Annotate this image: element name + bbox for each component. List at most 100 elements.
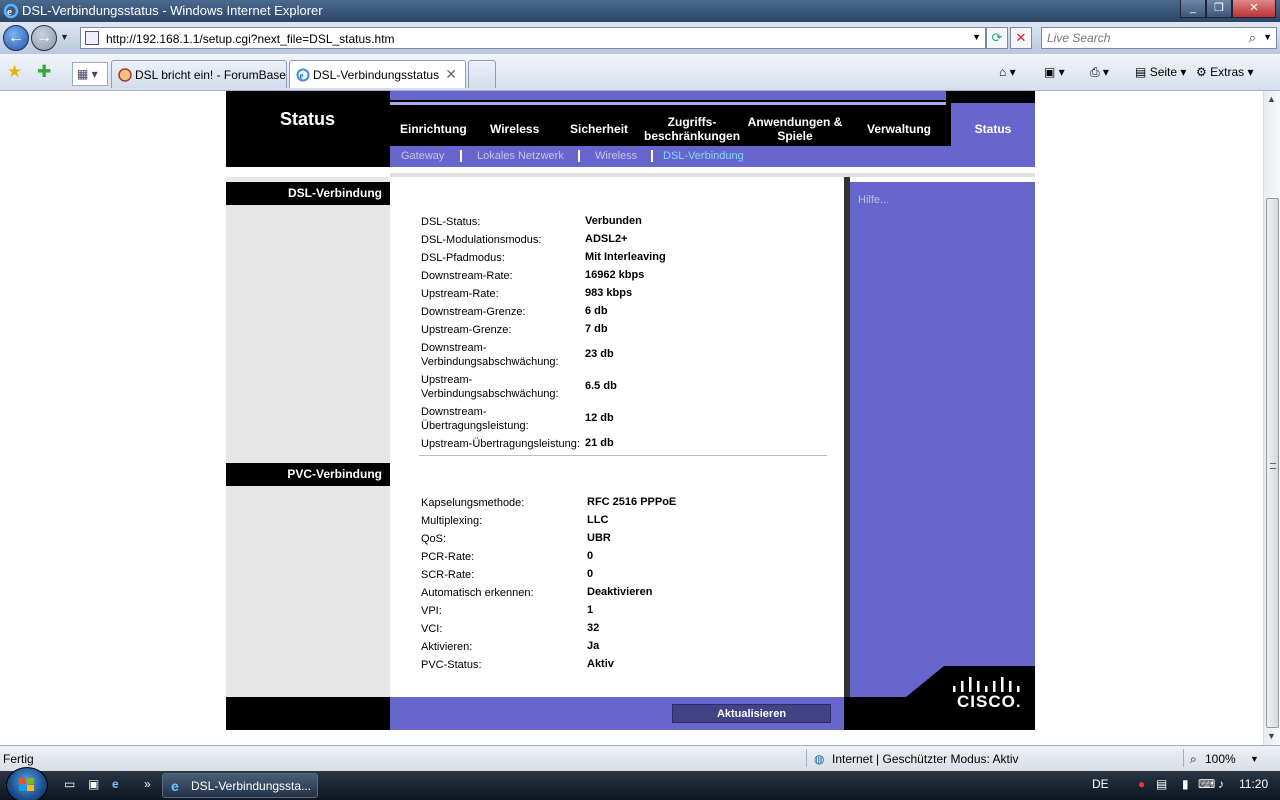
subnav-lan[interactable]: Lokales Netzwerk <box>477 150 564 162</box>
row-label: VCI: <box>421 622 442 636</box>
new-tab-button[interactable] <box>468 60 496 88</box>
scroll-thumb[interactable] <box>1266 198 1279 728</box>
start-button[interactable] <box>6 767 48 800</box>
gear-icon: ⚙ <box>1196 65 1207 79</box>
nav-wireless[interactable]: Wireless <box>490 122 539 136</box>
row-value: Ja <box>587 640 600 652</box>
scroll-down-icon[interactable]: ▼ <box>1267 731 1276 741</box>
row-label: DSL-Pfadmodus: <box>421 251 505 265</box>
scroll-grip-icon <box>1270 463 1276 469</box>
battery-tray-icon[interactable]: ▮ <box>1182 777 1189 791</box>
help-link[interactable]: Hilfe... <box>858 194 889 206</box>
nav-setup[interactable]: Einrichtung <box>400 122 467 136</box>
security-zone[interactable]: Internet | Geschützter Modus: Aktiv <box>832 752 1019 766</box>
row-label-line: Upstream-Grenze: <box>421 324 512 336</box>
history-dropdown-icon[interactable]: ▼ <box>60 32 69 42</box>
row-label-line: Aktivieren: <box>421 641 473 653</box>
subnav-gateway[interactable]: Gateway <box>401 150 444 162</box>
row-label: Upstream-Übertragungsleistung: <box>421 437 580 451</box>
row-label: Kapselungsmethode: <box>421 496 524 510</box>
search-dropdown-icon[interactable]: ▼ <box>1263 32 1272 42</box>
nav-security[interactable]: Sicherheit <box>570 122 628 136</box>
scroll-up-icon[interactable]: ▲ <box>1267 94 1276 104</box>
vertical-scrollbar[interactable]: ▲ ▼ <box>1263 91 1280 745</box>
nav-administration[interactable]: Verwaltung <box>867 122 931 136</box>
row-value: RFC 2516 PPPoE <box>587 496 677 508</box>
row-label: QoS: <box>421 532 446 546</box>
home-icon[interactable]: ⌂ ▾ <box>999 62 1016 82</box>
nav-applications-games[interactable]: Anwendungen & Spiele <box>746 115 844 143</box>
page-menu[interactable]: ▤ Seite ▾ <box>1135 62 1186 82</box>
close-window-button[interactable]: ✕ <box>1232 0 1276 18</box>
subnav-wireless[interactable]: Wireless <box>595 150 637 162</box>
zoom-level[interactable]: 100% <box>1205 752 1236 766</box>
network-tray-icon[interactable]: ⌨ <box>1198 777 1215 791</box>
feeds-icon[interactable]: ▣ ▾ <box>1044 62 1065 82</box>
row-label-line: Übertragungsleistung: <box>421 420 529 432</box>
minimize-button[interactable]: _ <box>1180 0 1206 18</box>
forward-button[interactable]: → <box>31 25 57 51</box>
row-value: 6.5 db <box>585 380 617 392</box>
language-indicator[interactable]: DE <box>1092 777 1109 791</box>
subnav-dsl[interactable]: DSL-Verbindung <box>663 150 744 162</box>
row-label-line: PVC-Status: <box>421 659 482 671</box>
row-label: Multiplexing: <box>421 514 482 528</box>
tray-app-icon[interactable]: ▤ <box>1156 777 1167 791</box>
address-field[interactable]: http://192.168.1.1/setup.cgi?next_file=D… <box>80 27 986 49</box>
ie-page-icon: e <box>296 68 310 82</box>
back-button[interactable]: ← <box>3 25 29 51</box>
clock[interactable]: 11:20 <box>1239 777 1268 791</box>
row-label-line: QoS: <box>421 533 447 545</box>
row-label-line: Multiplexing: <box>421 515 483 527</box>
tools-menu[interactable]: ⚙ Extras ▾ <box>1196 62 1253 82</box>
antivirus-tray-icon[interactable]: ● <box>1138 777 1145 791</box>
row-label-line: VCI: <box>421 623 443 635</box>
stop-button[interactable]: ✕ <box>1010 27 1032 49</box>
ie-quicklaunch-icon[interactable]: e <box>112 777 119 791</box>
dsl-section-title: DSL-Verbindung <box>226 182 390 205</box>
sub-nav: Gateway Lokales Netzwerk Wireless DSL-Ve… <box>390 146 1035 167</box>
refresh-status-button[interactable]: Aktualisieren <box>672 704 831 723</box>
row-value: 6 db <box>585 305 608 317</box>
search-box[interactable]: ⌕ ▼ <box>1041 27 1277 49</box>
row-value: UBR <box>587 532 611 544</box>
zoom-dropdown-icon[interactable]: ▼ <box>1250 754 1259 764</box>
row-label-line: VPI: <box>421 605 442 617</box>
row-value: Verbunden <box>585 215 642 227</box>
tab-dsl-status[interactable]: e DSL-Verbindungsstatus ✕ <box>289 60 466 88</box>
print-icon[interactable]: ⎙ ▾ <box>1090 62 1109 82</box>
row-value: 32 <box>587 622 600 634</box>
row-label-line: Automatisch erkennen: <box>421 587 534 599</box>
search-icon[interactable]: ⌕ <box>1249 30 1256 46</box>
quick-tabs-button[interactable]: ▦ ▾ <box>72 62 108 86</box>
add-favorite-icon[interactable]: ✚ <box>37 62 51 82</box>
volume-tray-icon[interactable]: ♪ <box>1218 777 1224 791</box>
row-label: Downstream- Verbindungsabschwächung: <box>421 341 559 369</box>
tab-forumbase[interactable]: DSL bricht ein! - ForumBase <box>111 60 287 88</box>
nav-access-restrictions[interactable]: Zugriffs- beschränkungen <box>644 115 740 143</box>
row-label-line: Downstream-Rate: <box>421 270 513 282</box>
search-input[interactable] <box>1042 28 1242 48</box>
row-value: Mit Interleaving <box>585 251 666 263</box>
switch-windows-icon[interactable]: ▣ <box>88 777 99 791</box>
left-column <box>226 177 390 697</box>
tab-close-icon[interactable]: ✕ <box>445 66 457 83</box>
header-purple-strip <box>390 91 946 100</box>
show-desktop-icon[interactable]: ▭ <box>64 777 75 791</box>
ie-icon: e <box>3 3 19 19</box>
maximize-button[interactable]: ❐ <box>1206 0 1232 18</box>
row-label: Upstream-Rate: <box>421 287 499 301</box>
taskbar-window-button[interactable]: e DSL-Verbindungssta... <box>162 773 318 798</box>
refresh-button[interactable]: ⟳ <box>986 27 1008 49</box>
address-dropdown-icon[interactable]: ▼ <box>972 32 981 42</box>
row-label-line: PCR-Rate: <box>421 551 475 563</box>
status-separator <box>806 749 807 767</box>
row-label: Downstream-Grenze: <box>421 305 526 319</box>
row-label: DSL-Modulationsmodus: <box>421 233 541 247</box>
quicklaunch-overflow-icon[interactable]: » <box>144 777 151 791</box>
refresh-icon: ⟳ <box>991 30 1003 45</box>
nav-access-line2: beschränkungen <box>644 129 741 143</box>
subnav-separator <box>460 150 462 162</box>
nav-access-line1: Zugriffs- <box>667 115 717 129</box>
favorites-star-icon[interactable]: ★ <box>7 62 22 82</box>
